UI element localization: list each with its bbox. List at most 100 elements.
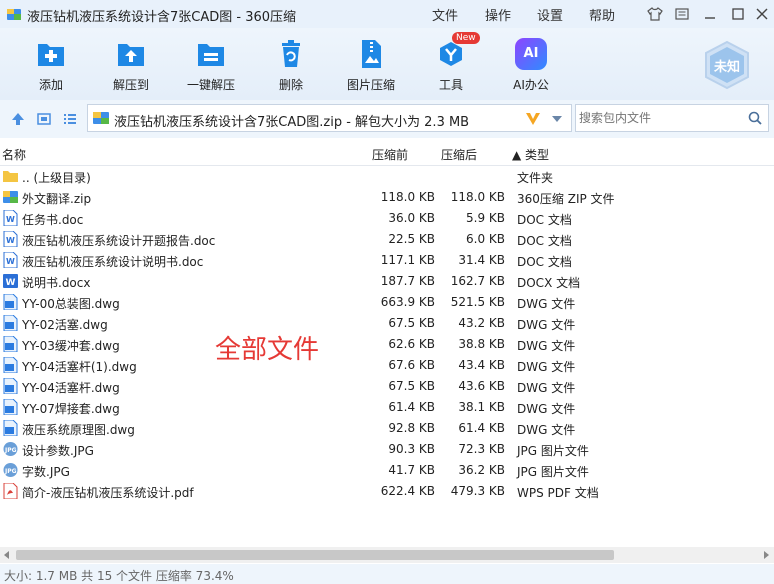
close-icon[interactable] [752,4,772,24]
column-compressed-size[interactable]: 压缩后 [441,146,477,163]
file-compressed-size: 479.3 KB [450,484,505,498]
horizontal-scrollbar[interactable] [0,547,774,563]
file-name: 字数.JPG [22,465,70,479]
extract-to-icon [118,44,144,66]
thumbnail-view-icon[interactable] [37,112,51,126]
delete-label: 删除 [278,78,303,92]
address-box[interactable]: 液压钻机液压系统设计含7张CAD图.zip - 解包大小为 2.3 MB [87,104,572,132]
file-row[interactable]: JPG 设计参数.JPG 90.3 KB 72.3 KB JPG 图片文件 [0,439,774,460]
status-text: 大小: 1.7 MB 共 15 个文件 压缩率 73.4% [4,569,234,583]
file-compressed-size: 38.8 KB [458,337,505,351]
file-name: YY-02活塞.dwg [22,318,108,332]
file-row[interactable]: W 液压钻机液压系统设计说明书.doc 117.1 KB 31.4 KB DOC 文档 [0,250,774,271]
up-arrow-icon[interactable] [11,112,25,126]
file-name: YY-07焊接套.dwg [22,402,120,416]
file-original-size: 118.0 KB [380,190,435,204]
tools-button[interactable]: New 工具 [416,32,486,96]
column-name[interactable]: 名称 [2,146,26,163]
svg-text:W: W [6,215,15,224]
file-row[interactable]: .. (上级目录) 文件夹 [0,166,774,187]
file-row[interactable]: W 液压钻机液压系统设计开题报告.doc 22.5 KB 6.0 KB DOC 文档 [0,229,774,250]
file-compressed-size: 6.0 KB [466,232,505,246]
maximize-icon[interactable] [728,4,748,24]
menu-list-icon[interactable] [672,4,692,24]
file-row[interactable]: YY-04活塞杆.dwg 67.5 KB 43.6 KB DWG 文件 [0,376,774,397]
scroll-left-icon[interactable] [3,551,11,559]
file-type: 文件夹 [517,171,554,185]
file-type: DOC 文档 [517,234,572,248]
file-original-size: 67.5 KB [388,379,435,393]
menu-operation[interactable]: 操作 [485,5,511,24]
file-row[interactable]: YY-02活塞.dwg 67.5 KB 43.2 KB DWG 文件 [0,313,774,334]
file-original-size: 663.9 KB [380,295,435,309]
image-compress-label: 图片压缩 [346,78,395,92]
file-type: WPS PDF 文档 [517,486,599,500]
image-compress-button[interactable]: 图片压缩 [336,36,406,96]
file-list: .. (上级目录) 文件夹外文翻译.zip 118.0 KB 118.0 KB 360压… [0,166,774,546]
file-row[interactable]: W 任务书.doc 36.0 KB 5.9 KB DOC 文档 [0,208,774,229]
menu-file[interactable]: 文件 [432,5,458,24]
menu-help[interactable]: 帮助 [589,5,615,24]
delete-button[interactable]: 删除 [256,36,326,96]
file-type: DOCX 文档 [517,276,581,290]
file-original-size: 41.7 KB [388,463,435,477]
file-compressed-size: 72.3 KB [458,442,505,456]
add-button[interactable]: 添加 [16,36,86,96]
v-logo-icon[interactable] [525,112,541,126]
svg-text:W: W [6,257,15,266]
file-original-size: 22.5 KB [388,232,435,246]
skin-shirt-icon[interactable] [645,4,665,24]
column-header: 名称 压缩前 压缩后 ▲ 类型 [0,143,774,166]
delete-icon [282,40,300,67]
title-bar: 液压钻机液压系统设计含7张CAD图 - 360压缩 文件 操作 设置 帮助 [0,0,774,28]
file-name: .. (上级目录) [22,171,91,185]
file-row[interactable]: 外文翻译.zip 118.0 KB 118.0 KB 360压缩 ZIP 文件 [0,187,774,208]
column-original-size[interactable]: 压缩前 [372,146,408,163]
file-row[interactable]: 简介-液压钻机液压系统设计.pdf 622.4 KB 479.3 KB WPS PDF… [0,481,774,502]
file-type: DWG 文件 [517,402,576,416]
minimize-icon[interactable] [700,4,720,24]
file-row[interactable]: YY-00总装图.dwg 663.9 KB 521.5 KB DWG 文件 [0,292,774,313]
file-row[interactable]: JPG 字数.JPG 41.7 KB 36.2 KB JPG 图片文件 [0,460,774,481]
file-type: DOC 文档 [517,255,572,269]
image-compress-icon [362,40,381,68]
archive-icon [93,112,109,124]
search-input[interactable] [579,109,739,127]
scroll-right-icon[interactable] [762,551,770,559]
file-type: JPG 图片文件 [517,465,589,479]
file-original-size: 622.4 KB [380,484,435,498]
dropdown-arrow-icon[interactable] [551,115,563,123]
extract-to-button[interactable]: 解压到 [96,36,166,96]
file-compressed-size: 31.4 KB [458,253,505,267]
user-profile-badge[interactable]: 未知 [702,40,752,90]
one-click-extract-button[interactable]: 一键解压 [176,36,246,96]
file-name: YY-03缓冲套.dwg [22,339,120,353]
file-compressed-size: 43.4 KB [458,358,505,372]
menu-settings[interactable]: 设置 [537,5,563,24]
scrollbar-thumb[interactable] [16,550,614,560]
file-name: YY-04活塞杆.dwg [22,381,120,395]
list-view-icon[interactable] [63,112,77,126]
file-name: 简介-液压钻机液压系统设计.pdf [22,486,194,500]
file-row[interactable]: W 说明书.docx 187.7 KB 162.7 KB DOCX 文档 [0,271,774,292]
file-compressed-size: 38.1 KB [458,400,505,414]
window-title: 液压钻机液压系统设计含7张CAD图 - 360压缩 [27,10,297,25]
ai-office-button[interactable]: AI AI办公 [496,36,566,96]
app-logo-icon [7,9,21,20]
one-click-extract-icon [198,44,224,66]
file-type: DWG 文件 [517,381,576,395]
profile-label: 未知 [713,60,740,75]
tools-label: 工具 [438,78,463,92]
file-row[interactable]: YY-04活塞杆(1).dwg 67.6 KB 43.4 KB DWG 文件 [0,355,774,376]
extract-to-label: 解压到 [112,78,149,92]
search-icon[interactable] [748,111,762,125]
file-original-size: 36.0 KB [388,211,435,225]
file-name: 液压钻机液压系统设计开题报告.doc [22,234,216,248]
column-type[interactable]: ▲ 类型 [512,146,549,163]
file-type: DWG 文件 [517,297,576,311]
file-row[interactable]: YY-03缓冲套.dwg 62.6 KB 38.8 KB DWG 文件 [0,334,774,355]
file-row[interactable]: 液压系统原理图.dwg 92.8 KB 61.4 KB DWG 文件 [0,418,774,439]
file-original-size: 67.5 KB [388,316,435,330]
file-row[interactable]: YY-07焊接套.dwg 61.4 KB 38.1 KB DWG 文件 [0,397,774,418]
svg-text:W: W [6,278,16,288]
